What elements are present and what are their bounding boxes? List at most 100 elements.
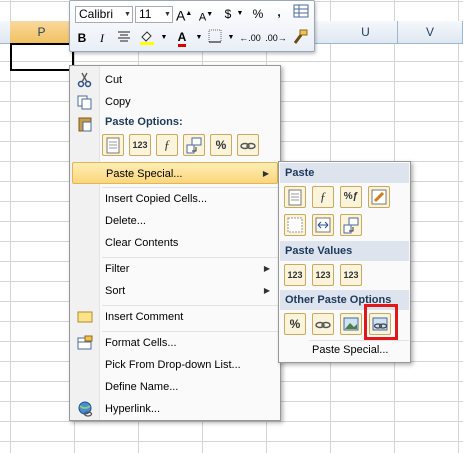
format-painter-table-icon[interactable] xyxy=(293,4,309,22)
decrease-decimal-button[interactable]: ←.00 xyxy=(238,29,262,47)
selected-cell[interactable] xyxy=(10,43,74,71)
percent-label: % xyxy=(252,7,264,21)
menu-item-copy[interactable]: Copy xyxy=(72,91,278,113)
paste-formatting-icon[interactable]: % xyxy=(210,134,232,156)
paste-picture-icon[interactable] xyxy=(340,313,362,335)
menu-item-label: Hyperlink... xyxy=(105,403,161,415)
paste-link-icon[interactable] xyxy=(237,134,259,156)
menu-item-label: Cut xyxy=(105,74,123,86)
comma-button[interactable]: , xyxy=(271,3,287,21)
highlight-box xyxy=(364,304,398,340)
menu-item-label: Sort xyxy=(105,285,126,297)
paste-transpose-icon[interactable] xyxy=(183,134,205,156)
column-header-v[interactable]: V xyxy=(398,21,463,43)
decrease-decimal-label: ←.00 xyxy=(239,33,261,43)
format-cells-icon xyxy=(77,335,93,351)
bold-label: B xyxy=(77,31,87,45)
menu-item-filter[interactable]: Filter ▶ xyxy=(72,258,278,280)
menu-item-insert-copied-cells[interactable]: Insert Copied Cells... xyxy=(72,188,278,210)
paste-values-label: 123 xyxy=(343,270,359,280)
menu-item-label: Insert Comment xyxy=(105,311,184,323)
grow-font-button[interactable]: A▲ xyxy=(176,5,192,24)
globe-link-icon xyxy=(77,401,93,417)
chevron-down-icon[interactable]: ▼ xyxy=(123,7,132,22)
chevron-down-icon[interactable]: ▼ xyxy=(223,29,239,47)
paste-values-button[interactable]: 123 xyxy=(129,134,151,156)
menu-item-label: Insert Copied Cells... xyxy=(105,193,208,205)
chevron-down-icon[interactable]: ▼ xyxy=(191,29,207,47)
paste-icon[interactable] xyxy=(102,134,124,156)
paste-formulas-icon[interactable]: ƒ xyxy=(312,186,334,208)
paste-values-button[interactable]: 123 xyxy=(284,264,306,286)
menu-item-label: Delete... xyxy=(105,215,146,227)
paste-values-source-format-button[interactable]: 123 xyxy=(340,264,362,286)
grow-font-label: A xyxy=(176,7,186,24)
paste-link-icon[interactable] xyxy=(312,313,334,335)
menu-item-cut[interactable]: Cut xyxy=(72,69,278,91)
italic-button[interactable]: I xyxy=(94,29,110,47)
menu-item-clear-contents[interactable]: Clear Contents xyxy=(72,232,278,254)
menu-item-insert-comment[interactable]: Insert Comment xyxy=(72,306,278,328)
menu-item-sort[interactable]: Sort ▶ xyxy=(72,280,278,302)
scissors-icon xyxy=(77,72,93,88)
column-header-u[interactable]: U xyxy=(334,21,398,43)
paste-keep-source-formatting-icon[interactable] xyxy=(368,186,390,208)
font-size-box[interactable]: 11 ▼ xyxy=(135,6,173,23)
menu-item-label: Pick From Drop-down List... xyxy=(105,359,241,371)
font-name-value: Calibri xyxy=(79,7,114,21)
chevron-right-icon: ▶ xyxy=(263,286,270,295)
paste-transpose-icon[interactable] xyxy=(340,214,362,236)
paste-values-label: 123 xyxy=(132,140,148,150)
paste-values-label: 123 xyxy=(315,270,331,280)
font-color-button[interactable]: A xyxy=(174,28,190,47)
chevron-down-icon[interactable]: ▼ xyxy=(232,5,248,23)
italic-label: I xyxy=(100,31,104,45)
comma-label: , xyxy=(277,5,281,19)
currency-label: $ xyxy=(224,7,232,21)
menu-item-define-name[interactable]: Define Name... xyxy=(72,376,278,398)
comment-icon xyxy=(77,309,93,325)
paste-special-link[interactable]: Paste Special... xyxy=(312,344,388,356)
menu-item-label: Format Cells... xyxy=(105,337,177,349)
increase-decimal-button[interactable]: .00→ xyxy=(264,29,288,47)
increase-decimal-label: .00→ xyxy=(265,33,287,43)
chevron-down-icon[interactable]: ▼ xyxy=(156,29,172,47)
menu-item-delete[interactable]: Delete... xyxy=(72,210,278,232)
paste-formulas-number-format-icon[interactable]: %ƒ xyxy=(340,186,362,208)
paste-values-label: 123 xyxy=(287,270,303,280)
menu-item-pick-dropdown[interactable]: Pick From Drop-down List... xyxy=(72,354,278,376)
paste-section-header: Paste xyxy=(280,163,409,183)
copy-icon xyxy=(77,94,93,110)
paste-values-header: Paste Values xyxy=(280,241,409,261)
align-center-icon[interactable] xyxy=(116,29,132,47)
borders-icon[interactable] xyxy=(207,29,223,47)
chevron-right-icon: ▶ xyxy=(262,169,269,178)
context-menu: Cut Copy Paste Options: 123 ƒ % Paste Sp… xyxy=(69,65,281,421)
menu-item-hyperlink[interactable]: Hyperlink... xyxy=(72,398,278,420)
menu-item-format-cells[interactable]: Format Cells... xyxy=(72,332,278,354)
paste-values-number-format-button[interactable]: 123 xyxy=(312,264,334,286)
paste-options-header: Paste Options: xyxy=(72,113,278,132)
chevron-right-icon: ▶ xyxy=(263,264,270,273)
column-header-p[interactable]: P xyxy=(10,21,74,43)
fill-color-icon[interactable] xyxy=(139,29,155,47)
font-name-box[interactable]: Calibri ▼ xyxy=(75,6,133,23)
menu-separator xyxy=(309,340,409,341)
paste-formulas-icon[interactable]: ƒ xyxy=(156,134,178,156)
bold-button[interactable]: B xyxy=(74,29,90,47)
menu-item-label: Paste Special... xyxy=(106,168,183,180)
font-color-label: A xyxy=(177,30,187,47)
paste-formatting-icon[interactable]: % xyxy=(284,313,306,335)
chevron-down-icon[interactable]: ▼ xyxy=(163,7,172,22)
menu-item-label: Filter xyxy=(105,263,130,275)
shrink-font-button[interactable]: A▼ xyxy=(198,6,214,24)
menu-item-label: Copy xyxy=(105,96,131,108)
paste-no-borders-icon[interactable] xyxy=(284,214,306,236)
paste-options-label: Paste Options: xyxy=(105,116,183,128)
format-painter-icon[interactable] xyxy=(292,29,308,47)
paste-column-widths-icon[interactable] xyxy=(312,214,334,236)
paste-icon[interactable] xyxy=(284,186,306,208)
percent-button[interactable]: % xyxy=(250,5,266,23)
menu-item-paste-special[interactable]: Paste Special... ▶ xyxy=(72,162,278,184)
font-size-value: 11 xyxy=(139,7,152,21)
